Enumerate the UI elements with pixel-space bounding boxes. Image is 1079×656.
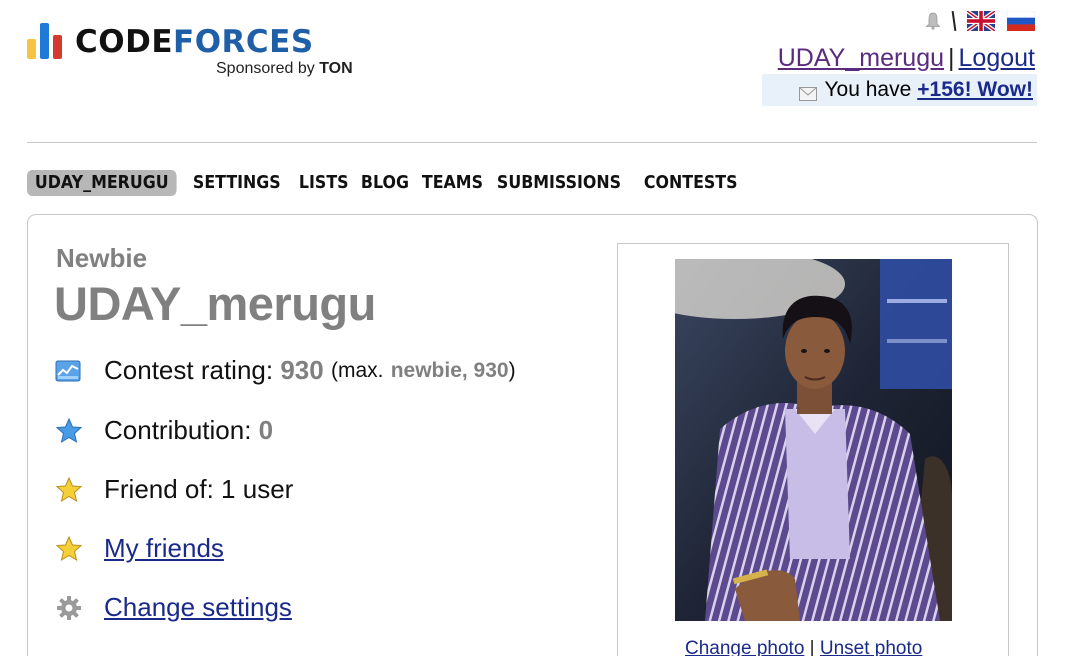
header-divider <box>27 142 1037 143</box>
message-notification: You have +156! Wow! <box>762 74 1037 106</box>
tab-profile[interactable]: UDAY_MERUGU <box>27 170 177 196</box>
header-separator: | <box>948 44 955 72</box>
user-handle: UDAY_merugu <box>54 277 376 330</box>
change-photo-link[interactable]: Change photo <box>685 638 804 656</box>
logo-bars-icon <box>27 21 62 59</box>
gear-icon <box>54 593 84 623</box>
gold-star-icon <box>54 475 84 505</box>
photo-actions: Change photo | Unset photo <box>685 638 922 656</box>
codeforces-logo[interactable]: CODEFORCES Sponsored by TON <box>27 20 353 77</box>
envelope-icon <box>799 83 818 101</box>
change-settings-link[interactable]: Change settings <box>104 592 292 623</box>
tab-submissions[interactable]: SUBMISSIONS <box>489 170 629 196</box>
russia-flag-icon[interactable] <box>1006 10 1036 31</box>
tab-teams[interactable]: TEAMS <box>414 170 491 196</box>
my-friends-row: My friends <box>54 533 224 564</box>
blue-star-icon <box>54 416 84 446</box>
change-settings-row: Change settings <box>54 592 292 623</box>
rating-value: 930 <box>280 355 324 385</box>
rating-label: Contest rating: <box>104 355 274 385</box>
logo-sponsor: Sponsored by TON <box>216 60 353 77</box>
tab-lists[interactable]: LISTS <box>291 170 356 196</box>
logo-title: CODEFORCES <box>75 24 314 60</box>
username-link[interactable]: UDAY_merugu <box>778 44 944 72</box>
logout-link[interactable]: Logout <box>959 44 1035 72</box>
rating-max-value: newbie, 930 <box>390 358 509 382</box>
user-avatar-photo <box>675 259 952 621</box>
bell-icon[interactable] <box>925 12 941 30</box>
uk-flag-icon[interactable] <box>965 9 997 33</box>
gold-star-icon <box>54 534 84 564</box>
friend-of-text: Friend of: 1 user <box>104 474 294 504</box>
rating-max-prefix: (max. <box>330 358 384 382</box>
rating-max-suffix: ) <box>508 358 516 382</box>
photo-links-separator: | <box>809 638 815 656</box>
user-header: UDAY_merugu | Logout <box>778 44 1035 73</box>
tab-settings[interactable]: SETTINGS <box>185 170 289 196</box>
contribution-value: 0 <box>258 415 274 445</box>
contribution-label: Contribution: <box>104 415 252 445</box>
profile-tabs: UDAY_MERUGU SETTINGS LISTS BLOG TEAMS SU… <box>27 170 748 196</box>
message-prefix: You have <box>824 78 912 101</box>
tab-contests[interactable]: CONTESTS <box>636 170 745 196</box>
tab-blog[interactable]: BLOG <box>353 170 417 196</box>
user-rank: Newbie <box>56 243 148 273</box>
my-friends-link[interactable]: My friends <box>104 533 224 564</box>
rating-chart-icon <box>54 356 84 386</box>
contribution-row: Contribution: 0 <box>54 415 273 446</box>
contest-rating-row: Contest rating: 930 (max. newbie, 930) <box>54 355 516 386</box>
top-icons <box>925 9 1036 33</box>
message-count-link[interactable]: +156! Wow! <box>917 78 1033 102</box>
divider-mark <box>951 10 957 32</box>
unset-photo-link[interactable]: Unset photo <box>820 638 922 656</box>
friend-of-row: Friend of: 1 user <box>54 474 293 505</box>
